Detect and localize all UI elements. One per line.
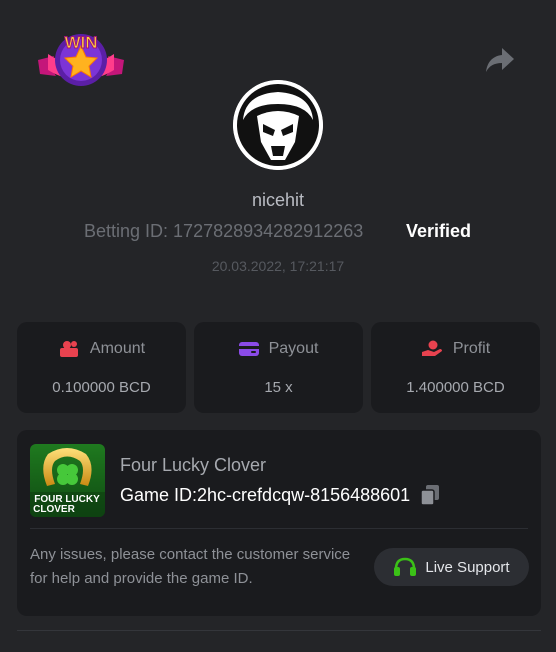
username: nicehit (251, 190, 305, 210)
win-badge: WIN (36, 26, 126, 92)
live-support-label: Live Support (425, 558, 510, 576)
live-support-button[interactable]: Live Support (374, 548, 529, 586)
profit-card: Profit 1.400000 BCD (371, 322, 540, 413)
coins-icon (59, 341, 78, 357)
bet-detail-page: WIN nicehit Betting ID: 1727828934282912… (0, 0, 556, 652)
game-id-row: Game ID:2hc-crefdcqw-8156488601 (120, 484, 440, 506)
game-card: FOUR LUCKY CLOVER Four Lucky Clover Game… (17, 430, 541, 616)
hand-coin-icon (421, 340, 442, 356)
amount-value: 0.100000 BCD (52, 379, 151, 396)
game-thumbnail[interactable]: FOUR LUCKY CLOVER (30, 444, 105, 517)
amount-card: Amount 0.100000 BCD (17, 322, 186, 413)
bet-timestamp: 20.03.2022, 17:21:17 (211, 258, 345, 274)
share-button[interactable] (484, 46, 516, 74)
amount-label: Amount (89, 340, 146, 357)
payout-value: 15 x (264, 379, 293, 396)
copy-icon[interactable] (420, 484, 440, 506)
share-arrow-icon (486, 48, 514, 72)
support-notice: Any issues, please contact the customer … (30, 546, 351, 587)
betting-id: Betting ID: 1727828934282912263 (84, 221, 364, 241)
win-badge-text: WIN (64, 33, 97, 52)
card-icon (238, 342, 259, 356)
bet-id-row: Betting ID: 1727828934282912263 Verified (0, 221, 556, 245)
bottom-divider (17, 630, 541, 631)
profit-label: Profit (452, 340, 491, 357)
game-card-divider (30, 528, 528, 529)
thumb-title-line2: CLOVER (33, 504, 75, 515)
payout-card: Payout 15 x (194, 322, 363, 413)
verified-badge: Verified (406, 221, 472, 241)
game-id-value: 2hc-crefdcqw-8156488601 (197, 484, 411, 505)
payout-label: Payout (268, 340, 319, 357)
profit-value: 1.400000 BCD (406, 379, 505, 396)
game-id-label: Game ID: (120, 484, 198, 505)
headset-icon (394, 557, 417, 576)
game-name[interactable]: Four Lucky Clover (120, 455, 266, 476)
avatar (233, 80, 323, 170)
